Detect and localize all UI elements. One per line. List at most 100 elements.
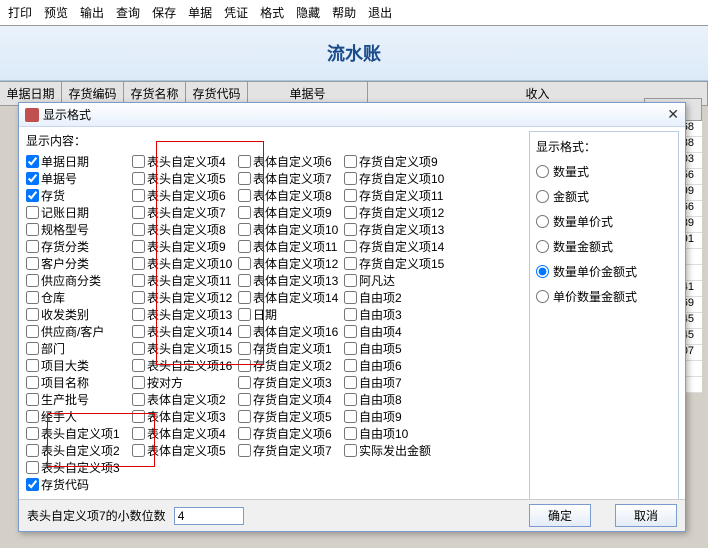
menu-隐藏[interactable]: 隐藏 [296,4,320,21]
radio-单价数量金额式[interactable]: 单价数量金额式 [536,288,672,305]
checkbox-自由项8[interactable]: 自由项8 [344,391,446,408]
checkbox-表头自定义项11[interactable]: 表头自定义项11 [132,272,236,289]
radio-数量金额式[interactable]: 数量金额式 [536,238,672,255]
checkbox-表体自定义项7[interactable]: 表体自定义项7 [238,170,342,187]
checkbox-实际发出金额[interactable]: 实际发出金额 [344,442,446,459]
checkbox-表头自定义项10[interactable]: 表头自定义项10 [132,255,236,272]
checkbox-表头自定义项14[interactable]: 表头自定义项14 [132,323,236,340]
radio-数量单价式[interactable]: 数量单价式 [536,213,672,230]
checkbox-表体自定义项12[interactable]: 表体自定义项12 [238,255,342,272]
checkbox-自由项7[interactable]: 自由项7 [344,374,446,391]
checkbox-表体自定义项10[interactable]: 表体自定义项10 [238,221,342,238]
menu-保存[interactable]: 保存 [152,4,176,21]
checkbox-存货代码[interactable]: 存货代码 [26,476,130,493]
checkbox-存货自定义项3[interactable]: 存货自定义项3 [238,374,342,391]
checkbox-表头自定义项15[interactable]: 表头自定义项15 [132,340,236,357]
checkbox-存货自定义项4[interactable]: 存货自定义项4 [238,391,342,408]
checkbox-存货自定义项2[interactable]: 存货自定义项2 [238,357,342,374]
menu-bar: 打印预览输出查询保存单据凭证格式隐藏帮助退出 [0,0,708,26]
checkbox-存货自定义项5[interactable]: 存货自定义项5 [238,408,342,425]
checkbox-规格型号[interactable]: 规格型号 [26,221,130,238]
menu-帮助[interactable]: 帮助 [332,4,356,21]
checkbox-表体自定义项9[interactable]: 表体自定义项9 [238,204,342,221]
checkbox-自由项4[interactable]: 自由项4 [344,323,446,340]
checkbox-存货自定义项10[interactable]: 存货自定义项10 [344,170,446,187]
checkbox-生产批号[interactable]: 生产批号 [26,391,130,408]
checkbox-存货自定义项13[interactable]: 存货自定义项13 [344,221,446,238]
checkbox-存货分类[interactable]: 存货分类 [26,238,130,255]
checkbox-表头自定义项5[interactable]: 表头自定义项5 [132,170,236,187]
decimal-label: 表头自定义项7的小数位数 [27,507,166,524]
checkbox-存货自定义项11[interactable]: 存货自定义项11 [344,187,446,204]
checkbox-项目大类[interactable]: 项目大类 [26,357,130,374]
decimal-input[interactable] [174,507,244,525]
checkbox-表头自定义项12[interactable]: 表头自定义项12 [132,289,236,306]
checkbox-表体自定义项4[interactable]: 表体自定义项4 [132,425,236,442]
close-icon[interactable]: ✕ [667,106,679,123]
checkbox-表体自定义项8[interactable]: 表体自定义项8 [238,187,342,204]
checkbox-表头自定义项6[interactable]: 表头自定义项6 [132,187,236,204]
radio-数量式[interactable]: 数量式 [536,163,672,180]
checkbox-存货[interactable]: 存货 [26,187,130,204]
checkbox-存货自定义项1[interactable]: 存货自定义项1 [238,340,342,357]
checkbox-项目名称[interactable]: 项目名称 [26,374,130,391]
menu-打印[interactable]: 打印 [8,4,32,21]
checkbox-表体自定义项14[interactable]: 表体自定义项14 [238,289,342,306]
checkbox-表体自定义项6[interactable]: 表体自定义项6 [238,153,342,170]
checkbox-客户分类[interactable]: 客户分类 [26,255,130,272]
checkbox-按对方[interactable]: 按对方 [132,374,236,391]
menu-格式[interactable]: 格式 [260,4,284,21]
checkbox-存货自定义项7[interactable]: 存货自定义项7 [238,442,342,459]
checkbox-表头自定义项16[interactable]: 表头自定义项16 [132,357,236,374]
checkbox-表头自定义项4[interactable]: 表头自定义项4 [132,153,236,170]
checkbox-自由项10[interactable]: 自由项10 [344,425,446,442]
checkbox-表体自定义项3[interactable]: 表体自定义项3 [132,408,236,425]
checkbox-存货自定义项15[interactable]: 存货自定义项15 [344,255,446,272]
checkbox-部门[interactable]: 部门 [26,340,130,357]
checkbox-表头自定义项7[interactable]: 表头自定义项7 [132,204,236,221]
checkbox-存货自定义项6[interactable]: 存货自定义项6 [238,425,342,442]
menu-预览[interactable]: 预览 [44,4,68,21]
checkbox-单据日期[interactable]: 单据日期 [26,153,130,170]
radio-数量单价金额式[interactable]: 数量单价金额式 [536,263,672,280]
checkbox-存货自定义项12[interactable]: 存货自定义项12 [344,204,446,221]
checkbox-表头自定义项3[interactable]: 表头自定义项3 [26,459,130,476]
menu-查询[interactable]: 查询 [116,4,140,21]
checkbox-仓库[interactable]: 仓库 [26,289,130,306]
checkbox-表头自定义项8[interactable]: 表头自定义项8 [132,221,236,238]
checkbox-自由项6[interactable]: 自由项6 [344,357,446,374]
content-title: 显示内容： [26,132,524,149]
checkbox-阿凡达[interactable]: 阿凡达 [344,272,446,289]
checkbox-表头自定义项1[interactable]: 表头自定义项1 [26,425,130,442]
checkbox-供应商分类[interactable]: 供应商分类 [26,272,130,289]
checkbox-日期[interactable]: 日期 [238,306,342,323]
checkbox-记账日期[interactable]: 记账日期 [26,204,130,221]
menu-输出[interactable]: 输出 [80,4,104,21]
checkbox-表体自定义项11[interactable]: 表体自定义项11 [238,238,342,255]
radio-金额式[interactable]: 金额式 [536,188,672,205]
checkbox-表头自定义项13[interactable]: 表头自定义项13 [132,306,236,323]
checkbox-自由项9[interactable]: 自由项9 [344,408,446,425]
checkbox-表体自定义项2[interactable]: 表体自定义项2 [132,391,236,408]
checkbox-自由项2[interactable]: 自由项2 [344,289,446,306]
ok-button[interactable]: 确定 [529,504,591,527]
checkbox-表体自定义项13[interactable]: 表体自定义项13 [238,272,342,289]
checkbox-单据号[interactable]: 单据号 [26,170,130,187]
dialog-title: 显示格式 [43,106,91,123]
menu-单据[interactable]: 单据 [188,4,212,21]
checkbox-自由项5[interactable]: 自由项5 [344,340,446,357]
checkbox-表体自定义项5[interactable]: 表体自定义项5 [132,442,236,459]
checkbox-存货自定义项9[interactable]: 存货自定义项9 [344,153,446,170]
checkbox-经手人[interactable]: 经手人 [26,408,130,425]
checkbox-表头自定义项2[interactable]: 表头自定义项2 [26,442,130,459]
cancel-button[interactable]: 取消 [615,504,677,527]
menu-凭证[interactable]: 凭证 [224,4,248,21]
checkbox-存货自定义项14[interactable]: 存货自定义项14 [344,238,446,255]
dialog-footer: 表头自定义项7的小数位数 确定 取消 [19,499,685,531]
menu-退出[interactable]: 退出 [368,4,392,21]
checkbox-自由项3[interactable]: 自由项3 [344,306,446,323]
checkbox-表体自定义项16[interactable]: 表体自定义项16 [238,323,342,340]
checkbox-收发类别[interactable]: 收发类别 [26,306,130,323]
checkbox-表头自定义项9[interactable]: 表头自定义项9 [132,238,236,255]
checkbox-供应商/客户[interactable]: 供应商/客户 [26,323,130,340]
